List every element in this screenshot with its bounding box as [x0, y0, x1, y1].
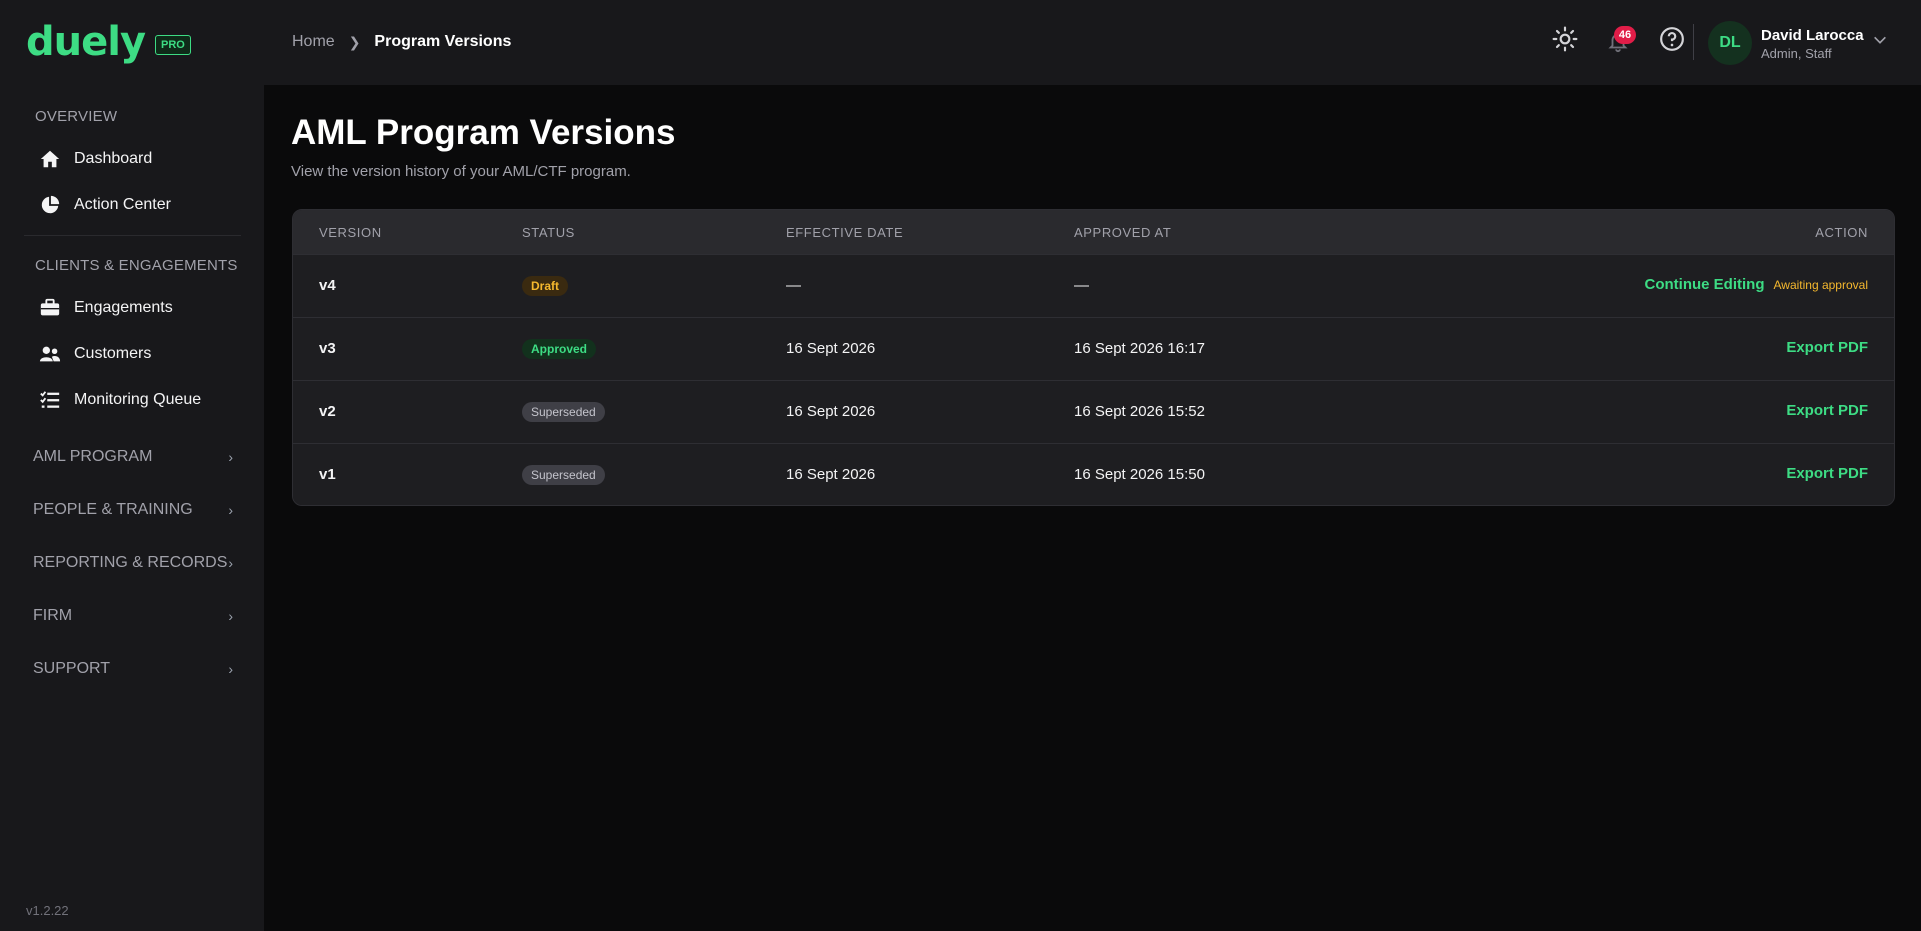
sidebar-item-engagements[interactable]: Engagements [38, 294, 173, 322]
sidebar-group-reporting-records[interactable]: REPORTING & RECORDS › [33, 554, 233, 572]
action-cell: Continue Editing Awaiting approval [1645, 276, 1869, 293]
breadcrumb-home[interactable]: Home [292, 33, 335, 51]
brand-name: duely [26, 19, 146, 65]
action-cell: Export PDF [1786, 465, 1868, 482]
version-cell: v4 [319, 277, 336, 294]
group-label: AML PROGRAM [33, 448, 153, 465]
section-label-overview: OVERVIEW [35, 108, 118, 125]
user-role: Admin, Staff [1761, 46, 1832, 61]
export-pdf-button[interactable]: Export PDF [1786, 465, 1868, 482]
sidebar-item-label: Action Center [74, 196, 171, 213]
sidebar-item-monitoring-queue[interactable]: Monitoring Queue [38, 386, 201, 414]
chevron-right-icon: › [228, 502, 233, 518]
version-cell: v3 [319, 340, 336, 357]
sidebar-item-dashboard[interactable]: Dashboard [38, 145, 152, 173]
chevron-right-icon: › [228, 449, 233, 465]
sidebar-item-label: Monitoring Queue [74, 391, 202, 408]
home-icon [38, 147, 62, 171]
group-label: FIRM [33, 607, 73, 624]
sidebar-divider [24, 235, 241, 236]
chevron-down-icon [1874, 36, 1886, 44]
avatar[interactable]: DL [1708, 21, 1752, 65]
theme-toggle-button[interactable] [1551, 25, 1579, 53]
status-badge: Approved [522, 339, 597, 359]
versions-table: VERSION STATUS EFFECTIVE DATE APPROVED A… [292, 209, 1895, 506]
sidebar-item-action-center[interactable]: Action Center [38, 191, 171, 219]
awaiting-approval-note: Awaiting approval [1773, 277, 1868, 292]
chevron-right-icon: › [228, 555, 233, 571]
user-name[interactable]: David Larocca [1761, 27, 1864, 44]
version-cell: v2 [319, 403, 336, 420]
group-label: REPORTING & RECORDS [33, 554, 228, 571]
col-status: STATUS [522, 225, 575, 240]
pie-chart-icon [38, 193, 62, 217]
sidebar-group-aml-program[interactable]: AML PROGRAM › [33, 448, 233, 466]
status-badge: Draft [522, 276, 569, 296]
status-badge: Superseded [522, 465, 605, 485]
approved-at-cell: 16 Sept 2026 15:50 [1074, 466, 1205, 483]
approved-at-cell: 16 Sept 2026 15:52 [1074, 403, 1205, 420]
approved-at-cell: — [1074, 277, 1089, 294]
sidebar-item-label: Engagements [74, 299, 173, 316]
table-row: v3 Approved 16 Sept 2026 16 Sept 2026 16… [293, 317, 1894, 380]
sidebar-item-label: Dashboard [74, 150, 153, 167]
chevron-right-icon: › [228, 661, 233, 677]
user-menu-toggle[interactable] [1872, 32, 1888, 53]
page-subtitle: View the version history of your AML/CTF… [291, 163, 631, 180]
table-row: v2 Superseded 16 Sept 2026 16 Sept 2026 … [293, 380, 1894, 443]
table-row: v4 Draft — — Continue Editing Awaiting a… [293, 254, 1894, 317]
effective-date-cell: 16 Sept 2026 [786, 340, 876, 357]
help-button[interactable] [1658, 25, 1686, 53]
col-action: ACTION [1815, 225, 1868, 240]
sidebar-group-firm[interactable]: FIRM › [33, 607, 233, 625]
list-check-icon [38, 388, 62, 412]
users-icon [38, 342, 62, 366]
col-effective-date: EFFECTIVE DATE [786, 225, 904, 240]
chevron-right-icon: ❯ [348, 33, 361, 50]
sidebar: duely PRO OVERVIEW Dashboard Action Cent… [0, 0, 264, 931]
approved-at-cell: 16 Sept 2026 16:17 [1074, 340, 1205, 357]
app-version: v1.2.22 [26, 903, 69, 918]
action-cell: Export PDF [1786, 402, 1868, 419]
header-divider [1693, 24, 1694, 60]
effective-date-cell: 16 Sept 2026 [786, 403, 876, 420]
help-circle-icon [1660, 27, 1684, 51]
effective-date-cell: 16 Sept 2026 [786, 466, 876, 483]
group-label: PEOPLE & TRAINING [33, 501, 193, 518]
brand-logo[interactable]: duely PRO [26, 22, 191, 62]
version-cell: v1 [319, 466, 336, 483]
col-approved-at: APPROVED AT [1074, 225, 1172, 240]
col-version: VERSION [319, 225, 382, 240]
page-title: AML Program Versions [291, 113, 676, 152]
group-label: SUPPORT [33, 660, 111, 677]
action-cell: Export PDF [1786, 339, 1868, 356]
sidebar-item-label: Customers [74, 345, 152, 362]
notification-count-badge: 46 [1614, 26, 1636, 44]
status-badge: Superseded [522, 402, 605, 422]
breadcrumb-current: Program Versions [374, 33, 512, 50]
sidebar-group-support[interactable]: SUPPORT › [33, 660, 233, 678]
export-pdf-button[interactable]: Export PDF [1786, 402, 1868, 419]
effective-date-cell: — [786, 277, 801, 294]
pro-badge: PRO [155, 35, 191, 55]
sidebar-group-people-training[interactable]: PEOPLE & TRAINING › [33, 501, 233, 519]
table-header: VERSION STATUS EFFECTIVE DATE APPROVED A… [293, 210, 1894, 254]
briefcase-icon [38, 296, 62, 320]
sun-icon [1552, 26, 1578, 52]
chevron-right-icon: › [228, 608, 233, 624]
export-pdf-button[interactable]: Export PDF [1786, 339, 1868, 356]
section-label-clients: CLIENTS & ENGAGEMENTS [35, 257, 238, 274]
sidebar-item-customers[interactable]: Customers [38, 340, 151, 368]
continue-editing-button[interactable]: Continue Editing [1645, 276, 1765, 293]
breadcrumb: Home ❯ Program Versions [292, 33, 511, 51]
table-row: v1 Superseded 16 Sept 2026 16 Sept 2026 … [293, 443, 1894, 505]
